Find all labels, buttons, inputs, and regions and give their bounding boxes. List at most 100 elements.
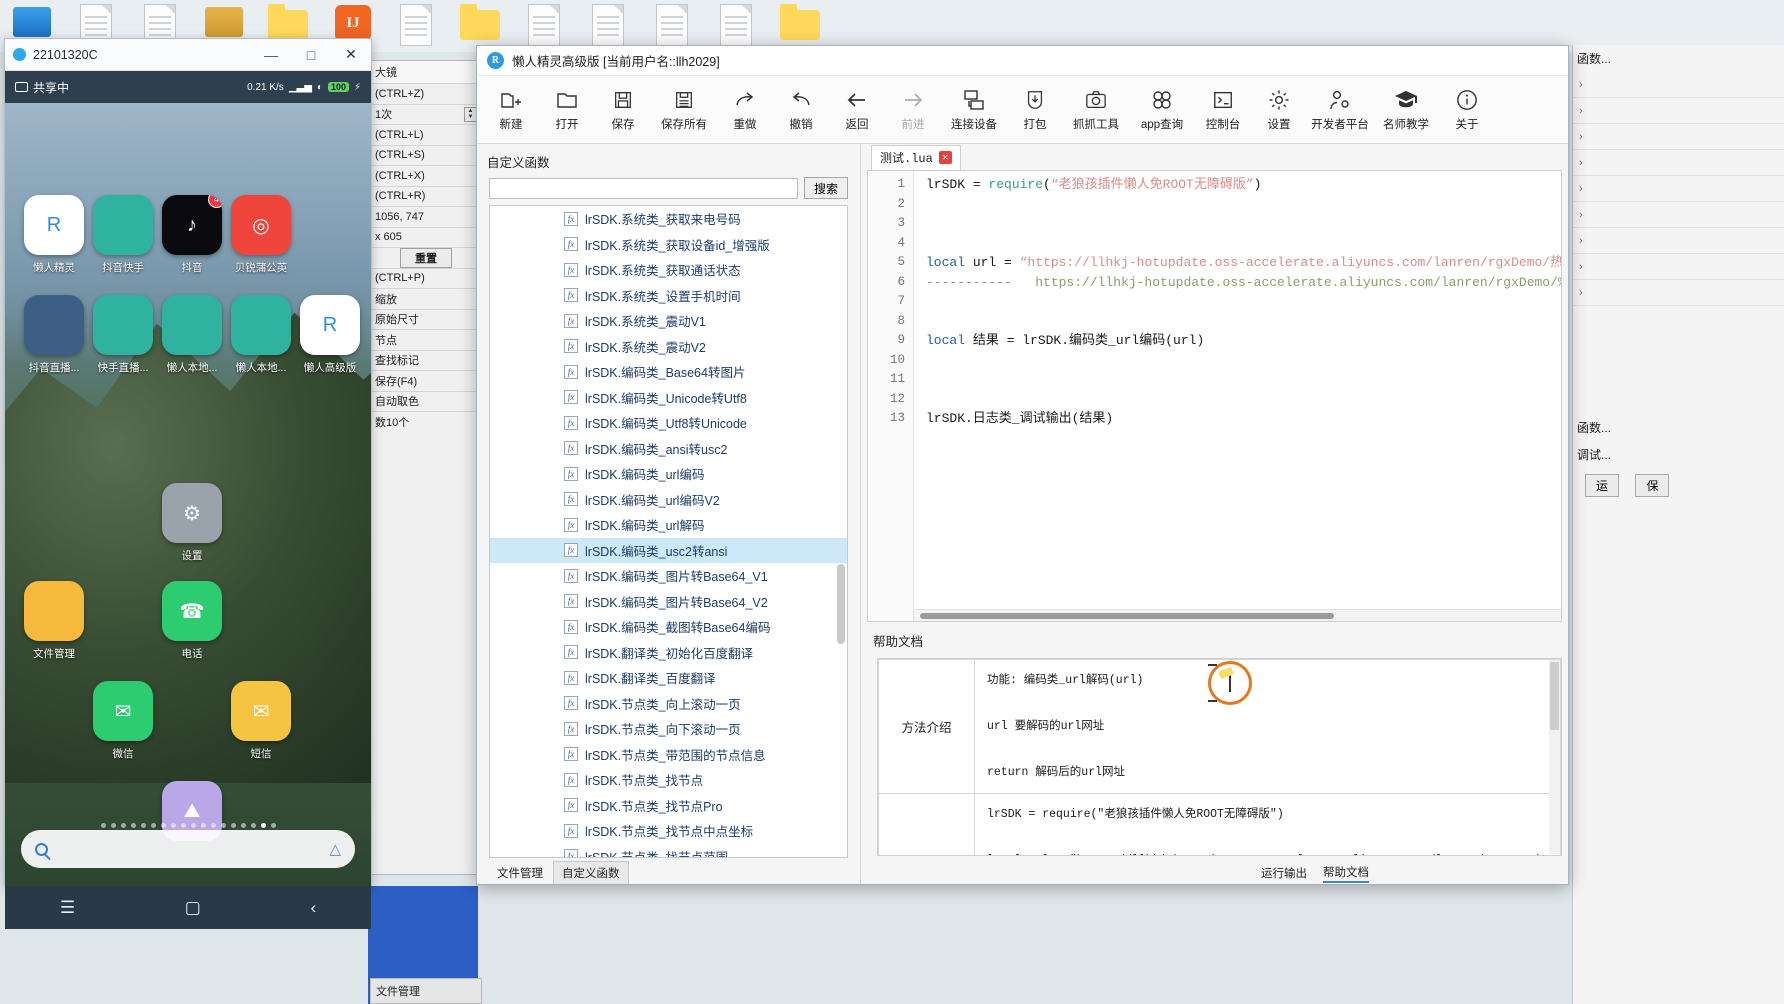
function-list-item[interactable]: fx lrSDK.编码类_url编码V2 <box>490 487 847 513</box>
toolbar-forward-button[interactable]: 前进 <box>885 79 941 141</box>
desktop-icon-file[interactable] <box>522 2 566 50</box>
phone-app-12[interactable]: ☎ 电话 <box>157 581 227 661</box>
function-list-item[interactable]: fx lrSDK.系统类_获取通话状态 <box>490 257 847 283</box>
phone-app-8[interactable]: 懒人本地... <box>226 295 296 375</box>
phone-maximize-button[interactable]: □ <box>291 39 331 70</box>
function-panel-tab[interactable]: 文件管理 <box>489 862 551 884</box>
phone-search-bar[interactable]: △ <box>21 830 355 868</box>
desktop-icon-file[interactable] <box>394 2 438 50</box>
function-list-item[interactable]: fx lrSDK.系统类_获取来电号码 <box>490 206 847 232</box>
function-list-item[interactable]: fx lrSDK.编码类_Base64转图片 <box>490 359 847 385</box>
toolbar-connect_device-button[interactable]: 连接设备 <box>941 79 1007 141</box>
app-bottom-tab[interactable]: 帮助文档 <box>1323 864 1369 883</box>
assistant-icon[interactable]: △ <box>329 840 341 858</box>
close-icon[interactable]: ✕ <box>938 151 952 164</box>
toolbar-package-button[interactable]: 打包 <box>1007 79 1063 141</box>
phone-close-button[interactable]: ✕ <box>331 39 371 70</box>
right-panel-row[interactable]: › <box>1573 228 1784 254</box>
function-list-scrollbar[interactable] <box>837 208 845 855</box>
toolbar-capture_tool-button[interactable]: 抓抓工具 <box>1063 79 1129 141</box>
right-panel-row[interactable]: › <box>1573 254 1784 280</box>
function-list-item[interactable]: fx lrSDK.翻译类_百度翻译 <box>490 665 847 691</box>
toolbar-dev_platform-button[interactable]: 开发者平台 <box>1307 79 1373 141</box>
function-list-item[interactable]: fx lrSDK.节点类_向下滚动一页 <box>490 716 847 742</box>
desktop-icon-file[interactable] <box>650 2 694 50</box>
function-panel-tab[interactable]: 自定义函数 <box>553 861 629 884</box>
right-panel-row[interactable]: › <box>1573 202 1784 228</box>
nav-home-button[interactable]: ▢ <box>185 898 201 918</box>
function-search-input[interactable] <box>489 177 798 199</box>
desktop-icon-folder[interactable] <box>778 2 822 50</box>
right-panel-row[interactable]: › <box>1573 98 1784 124</box>
function-list-item[interactable]: fx lrSDK.编码类_Unicode转Utf8 <box>490 385 847 411</box>
phone-app-14[interactable]: ✉ 短信 <box>226 681 296 761</box>
function-list-item[interactable]: fx lrSDK.节点类_找节点范围 <box>490 844 847 857</box>
phone-minimize-button[interactable]: — <box>251 39 291 70</box>
nav-menu-button[interactable]: ☰ <box>60 898 75 918</box>
toolbar-master_course-button[interactable]: 名师教学 <box>1373 79 1439 141</box>
toolbar-save_all-button[interactable]: 保存所有 <box>651 79 717 141</box>
phone-app-11[interactable]: 文件管理 <box>19 581 89 661</box>
function-list-item[interactable]: fx lrSDK.编码类_usc2转ansi <box>490 537 847 563</box>
capture-reset-button[interactable]: 重置 <box>400 247 452 268</box>
toolbar-save-button[interactable]: 保存 <box>595 79 651 141</box>
editor-code-area[interactable]: lrSDK = require(“老狼孩插件懒人免ROOT无障碍版”) loca… <box>914 171 1561 621</box>
toolbar-new-button[interactable]: 新建 <box>483 79 539 141</box>
function-list-item[interactable]: fx lrSDK.节点类_找节点中点坐标 <box>490 818 847 844</box>
function-list-item[interactable]: fx lrSDK.系统类_设置手机时间 <box>490 283 847 309</box>
desktop-icon-folder[interactable] <box>458 2 502 50</box>
help-doc-scrollbar[interactable] <box>1549 660 1560 854</box>
code-editor[interactable]: 1 2 3 4 5 6 7 8 9 10 11 12 13 lrSDK = require(“老狼孩插件… <box>867 170 1562 622</box>
function-list-item[interactable]: fx lrSDK.编码类_Utf8转Unicode <box>490 410 847 436</box>
phone-app-5[interactable]: 抖音直播... <box>19 295 89 375</box>
function-list-item[interactable]: fx lrSDK.节点类_带范围的节点信息 <box>490 742 847 768</box>
function-list-item[interactable]: fx lrSDK.编码类_url解码 <box>490 512 847 538</box>
function-list-item[interactable]: fx lrSDK.编码类_图片转Base64_V2 <box>490 589 847 615</box>
app-bottom-tab[interactable]: 运行输出 <box>1261 865 1307 881</box>
desktop-icon-file[interactable] <box>586 2 630 50</box>
toolbar-redo-button[interactable]: 重做 <box>717 79 773 141</box>
function-list-item[interactable]: fx lrSDK.翻译类_初始化百度翻译 <box>490 640 847 666</box>
function-list-item[interactable]: fx lrSDK.节点类_找节点Pro <box>490 793 847 819</box>
function-list-item[interactable]: fx lrSDK.节点类_找节点 <box>490 767 847 793</box>
phone-app-7[interactable]: 懒人本地... <box>157 295 227 375</box>
phone-app-1[interactable]: R 懒人精灵 <box>19 195 89 275</box>
function-list[interactable]: fx lrSDK.系统类_获取来电号码 fx lrSDK.系统类_获取设备id_增强版… <box>490 206 847 857</box>
phone-app-13[interactable]: ✉ 微信 <box>88 681 158 761</box>
phone-app-6[interactable]: 快手直播... <box>88 295 158 375</box>
right-panel-run-button[interactable]: 运 <box>1585 474 1620 497</box>
toolbar-back-button[interactable]: 返回 <box>829 79 885 141</box>
function-search-button[interactable]: 搜索 <box>803 177 848 199</box>
capture-strip-row[interactable]: 重置 <box>371 247 481 268</box>
editor-tab-test-lua[interactable]: 测试.lua ✕ <box>871 145 961 170</box>
desktop-icon-file[interactable] <box>714 2 758 50</box>
function-list-item[interactable]: fx lrSDK.编码类_截图转Base64编码 <box>490 614 847 640</box>
phone-app-9[interactable]: R 懒人高级版 <box>295 295 365 375</box>
function-list-item[interactable]: fx lrSDK.系统类_获取设备id_增强版 <box>490 232 847 258</box>
right-panel-save-button[interactable]: 保 <box>1635 474 1670 497</box>
function-list-item[interactable]: fx lrSDK.编码类_url编码 <box>490 461 847 487</box>
function-list-container[interactable]: fx lrSDK.系统类_获取来电号码 fx lrSDK.系统类_获取设备id_增强版… <box>489 205 848 858</box>
toolbar-undo-button[interactable]: 撤销 <box>773 79 829 141</box>
function-list-scroll-thumb[interactable] <box>837 563 845 644</box>
right-panel-row[interactable]: › <box>1573 176 1784 202</box>
right-panel-row[interactable]: › <box>1573 280 1784 306</box>
editor-horizontal-scrollbar[interactable] <box>914 609 1561 621</box>
toolbar-about-button[interactable]: 关于 <box>1439 79 1495 141</box>
right-panel-row[interactable]: › <box>1573 124 1784 150</box>
function-list-item[interactable]: fx lrSDK.编码类_ansi转usc2 <box>490 436 847 462</box>
function-list-item[interactable]: fx lrSDK.节点类_向上滚动一页 <box>490 691 847 717</box>
phone-app-2[interactable]: 抖音快手 <box>88 195 158 275</box>
phone-app-3[interactable]: ♪ 4 抖音 <box>157 195 227 275</box>
toolbar-settings-button[interactable]: 设置 <box>1251 79 1307 141</box>
nav-back-button[interactable]: ‹ <box>310 898 316 918</box>
toolbar-console-button[interactable]: 控制台 <box>1195 79 1251 141</box>
capture-strip-row[interactable]: 1次 ▲ ▼ <box>371 103 481 125</box>
function-list-item[interactable]: fx lrSDK.系统类_震动V2 <box>490 334 847 360</box>
right-panel-row[interactable]: › <box>1573 150 1784 176</box>
phone-app-4[interactable]: ◎ 贝锐蒲公英 <box>226 195 296 275</box>
phone-screen[interactable]: R 懒人精灵 抖音快手 ♪ 4 抖音 ◎ 贝锐蒲公英 抖音直播... 快手直播... 懒人本地...… <box>5 103 371 886</box>
function-list-item[interactable]: fx lrSDK.编码类_图片转Base64_V1 <box>490 563 847 589</box>
toolbar-app_query-button[interactable]: app查询 <box>1129 79 1195 141</box>
phone-app-10[interactable]: ⚙ 设置 <box>157 483 227 563</box>
